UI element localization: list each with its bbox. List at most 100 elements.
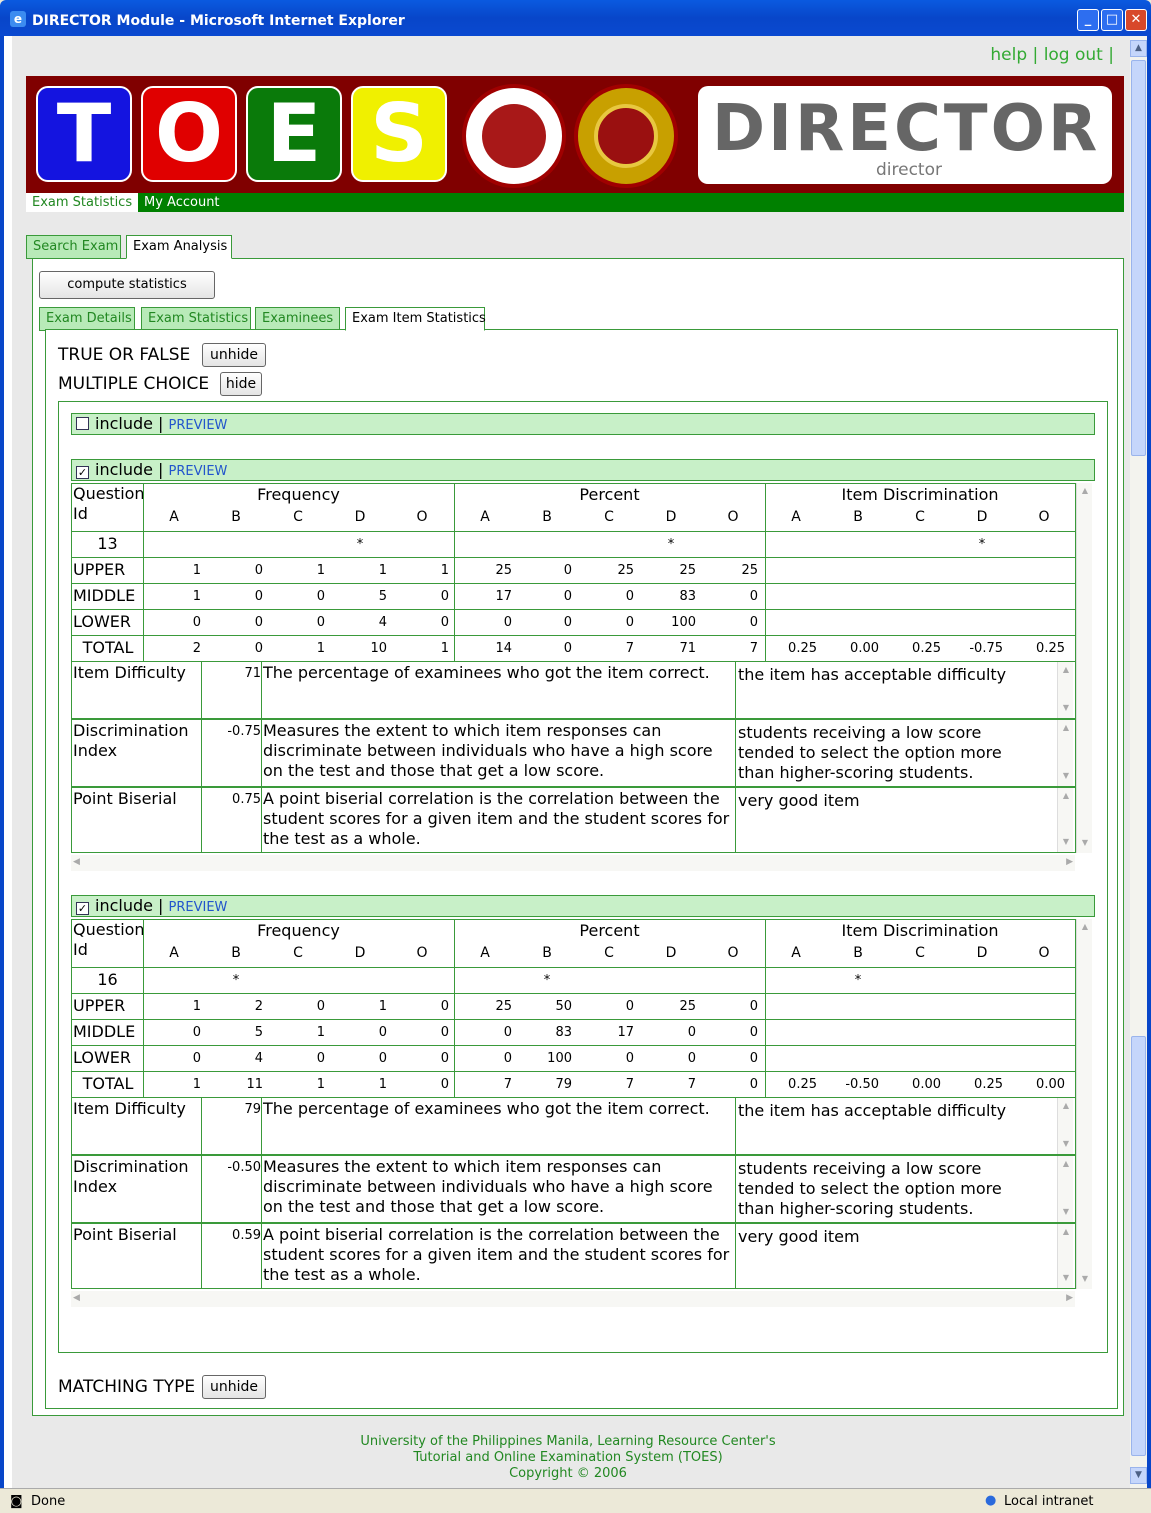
note-scrollbar[interactable]: ▲ ▼ <box>1057 788 1073 852</box>
discrimination-value: 0.00 <box>850 641 879 656</box>
note-scroll-up-icon[interactable]: ▲ <box>1060 1101 1072 1113</box>
key-row-cell <box>765 531 1076 558</box>
frequency-value: 2 <box>254 999 263 1014</box>
answer-key-marker: * <box>356 537 364 552</box>
menu-exam-statistics[interactable]: Exam Statistics <box>26 193 139 212</box>
option-header: B <box>853 945 863 961</box>
top-links: help | log out | <box>990 45 1114 65</box>
row-label: TOTAL <box>82 638 134 657</box>
include-checkbox-2[interactable]: ✓ <box>76 466 89 479</box>
note-scroll-up-icon[interactable]: ▲ <box>1060 1227 1072 1239</box>
note-scrollbar[interactable]: ▲ ▼ <box>1057 720 1073 786</box>
hscroll-left-icon[interactable]: ◀ <box>73 857 80 867</box>
option-header: B <box>542 509 552 525</box>
note-scroll-up-icon[interactable]: ▲ <box>1060 791 1072 803</box>
frequency-value: 0 <box>254 589 263 604</box>
tf-unhide-button[interactable]: unhide <box>202 343 266 367</box>
preview-link-1[interactable]: PREVIEW <box>169 418 228 433</box>
option-header: A <box>169 945 179 961</box>
note-scroll-up-icon[interactable]: ▲ <box>1060 723 1072 735</box>
mt-unhide-button[interactable]: unhide <box>202 1375 266 1399</box>
note-scroll-up-icon[interactable]: ▲ <box>1060 665 1072 677</box>
page-scrollbar[interactable]: ▲ ▼ <box>1130 36 1147 1488</box>
table-hscrollbar[interactable]: ◀ ▶ <box>71 855 1075 871</box>
page-content: help | log out | T O E S DIRECTOR direct… <box>12 36 1132 1488</box>
percent-value: 25 <box>679 999 696 1014</box>
frequency-value: 1 <box>192 589 201 604</box>
compute-statistics-button[interactable]: compute statistics <box>39 271 215 299</box>
note-scroll-down-icon[interactable]: ▼ <box>1060 1139 1072 1151</box>
row-label: LOWER <box>73 612 131 631</box>
hscroll-right-icon[interactable]: ▶ <box>1066 1293 1073 1303</box>
table-scroll-up-icon[interactable]: ▲ <box>1079 922 1091 934</box>
table-scrollbar[interactable]: ▲ ▼ <box>1076 919 1092 1289</box>
close-button[interactable]: ✕ <box>1125 9 1147 31</box>
frequency-value: 0 <box>440 615 449 630</box>
mc-hide-button[interactable]: hide <box>220 372 262 396</box>
note-scroll-down-icon[interactable]: ▼ <box>1060 703 1072 715</box>
option-header: D <box>976 509 988 525</box>
percent-value: 0 <box>563 589 572 604</box>
discrimination-value: 0.25 <box>1036 641 1065 656</box>
note-scrollbar[interactable]: ▲ ▼ <box>1057 1156 1073 1222</box>
frequency-value: 1 <box>192 999 201 1014</box>
menu-my-account[interactable]: My Account <box>138 193 226 212</box>
frequency-value: 0 <box>316 589 325 604</box>
frequency-value: 1 <box>316 641 325 656</box>
note-scrollbar[interactable]: ▲ ▼ <box>1057 662 1073 718</box>
table-scrollbar[interactable]: ▲ ▼ <box>1076 483 1092 853</box>
answer-key-marker: * <box>978 537 986 552</box>
percent-value: 0 <box>625 615 634 630</box>
scroll-thumb[interactable] <box>1131 60 1146 456</box>
help-link[interactable]: help <box>990 45 1027 65</box>
frequency-value: 0 <box>316 615 325 630</box>
hscroll-right-icon[interactable]: ▶ <box>1066 857 1073 867</box>
table-scroll-down-icon[interactable]: ▼ <box>1079 838 1091 850</box>
frequency-value: 0 <box>192 1025 201 1040</box>
note-scroll-down-icon[interactable]: ▼ <box>1060 1207 1072 1219</box>
director-subtitle: director <box>876 160 942 180</box>
disc-row-cell <box>765 993 1076 1020</box>
table-hscrollbar[interactable]: ◀ ▶ <box>71 1291 1075 1307</box>
percent-value: 79 <box>555 1077 572 1092</box>
tab-exam-item-statistics[interactable]: Exam Item Statistics <box>345 307 486 331</box>
status-text: Done <box>31 1494 66 1509</box>
logout-link[interactable]: log out <box>1044 45 1103 65</box>
discrimination-value: -0.50 <box>845 1077 879 1092</box>
note-scroll-up-icon[interactable]: ▲ <box>1060 1159 1072 1171</box>
note-scroll-down-icon[interactable]: ▼ <box>1060 1273 1072 1285</box>
include-checkbox-1[interactable] <box>76 417 89 430</box>
tab-examinees[interactable]: Examinees <box>255 307 340 331</box>
option-header: C <box>915 509 925 525</box>
note-scroll-down-icon[interactable]: ▼ <box>1060 837 1072 849</box>
lrc-seal-icon <box>462 84 566 188</box>
option-header: O <box>727 509 739 525</box>
tf-label: TRUE OR FALSE <box>58 345 191 365</box>
percent-value: 0 <box>749 615 758 630</box>
hscroll-left-icon[interactable]: ◀ <box>73 1293 80 1303</box>
note-scroll-down-icon[interactable]: ▼ <box>1060 771 1072 783</box>
discrimination-header: Item Discrimination <box>841 921 999 940</box>
tab-search-exam[interactable]: Search Exam <box>26 235 121 259</box>
scroll-down-icon[interactable]: ▼ <box>1130 1467 1147 1484</box>
metric-label-difficulty: Item Difficulty <box>73 663 186 682</box>
preview-link-3[interactable]: PREVIEW <box>169 900 228 915</box>
table-scroll-down-icon[interactable]: ▼ <box>1079 1274 1091 1286</box>
tab-exam-analysis[interactable]: Exam Analysis <box>126 235 232 259</box>
metric-label-discrimination: Discrimination Index <box>73 1157 189 1196</box>
percent-value: 25 <box>617 563 634 578</box>
tab-exam-statistics[interactable]: Exam Statistics <box>141 307 251 331</box>
include-checkbox-3[interactable]: ✓ <box>76 902 89 915</box>
note-scrollbar[interactable]: ▲ ▼ <box>1057 1098 1073 1154</box>
minimize-button[interactable]: _ <box>1077 9 1099 31</box>
table-scroll-up-icon[interactable]: ▲ <box>1079 486 1091 498</box>
metric-note-discrimination: students receiving a low score tended to… <box>738 1159 1002 1218</box>
percent-value: 83 <box>679 589 696 604</box>
note-scrollbar[interactable]: ▲ ▼ <box>1057 1224 1073 1288</box>
preview-link-2[interactable]: PREVIEW <box>169 464 228 479</box>
tab-exam-details[interactable]: Exam Details <box>39 307 135 331</box>
percent-value: 14 <box>495 641 512 656</box>
scroll-up-icon[interactable]: ▲ <box>1130 40 1147 57</box>
maximize-button[interactable]: □ <box>1101 9 1123 31</box>
option-header: D <box>354 509 366 525</box>
